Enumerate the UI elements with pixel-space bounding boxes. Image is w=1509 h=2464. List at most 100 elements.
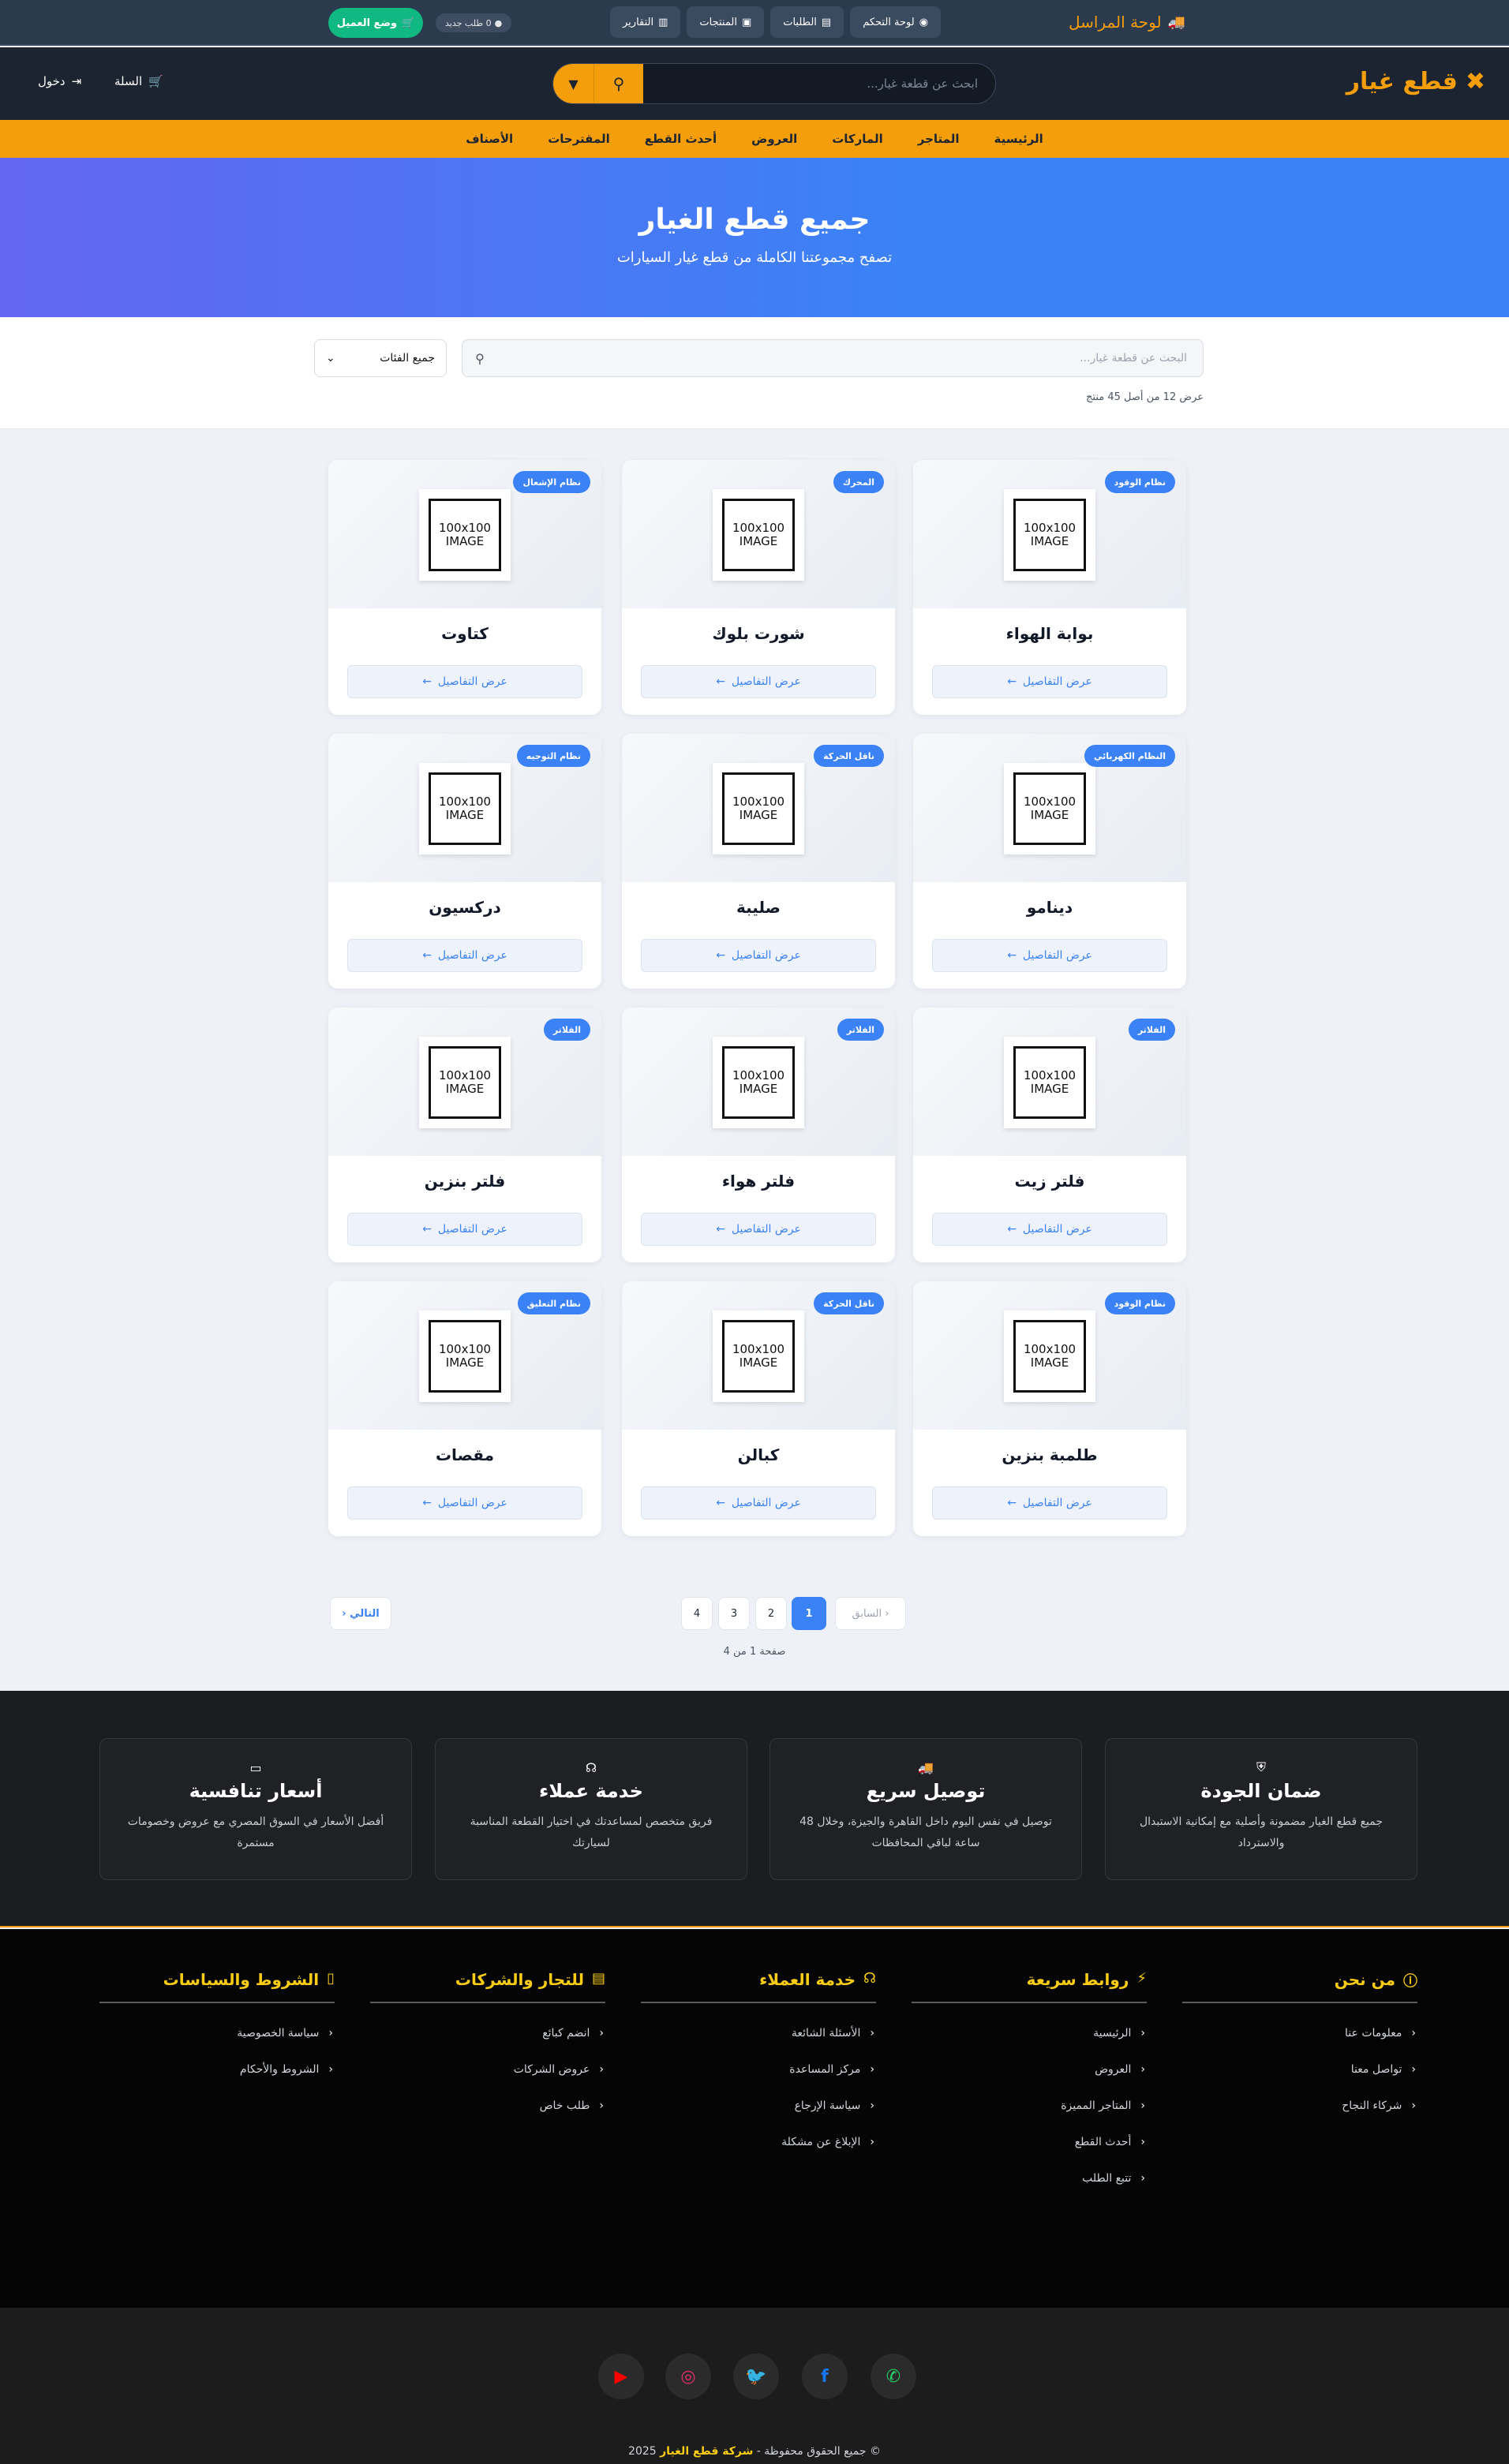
placeholder-size: 100x100	[1023, 794, 1077, 809]
footer-link[interactable]: ‹ معلومات عنا	[1182, 2027, 1417, 2040]
nav-brands[interactable]: الماركات	[814, 120, 901, 158]
pagination-page-1[interactable]: 1	[792, 1597, 826, 1630]
nav-home[interactable]: الرئيسية	[976, 120, 1060, 158]
cart-link[interactable]: 🛒 السلة	[114, 74, 163, 88]
new-orders-badge[interactable]: ● 0 طلب جديد	[436, 13, 512, 32]
instagram-icon[interactable]: ◎	[665, 2354, 711, 2399]
login-link[interactable]: ⇥ دخول	[38, 74, 81, 88]
product-image-area: 100x100 IMAGE نظام الإشعال	[328, 460, 601, 608]
product-name[interactable]: دركسيون	[328, 898, 601, 917]
pagination-next[interactable]: التالي ‹	[330, 1597, 391, 1630]
footer-link[interactable]: ‹ العروض	[912, 2063, 1147, 2076]
product-card[interactable]: 100x100 IMAGE نظام الإشعال كتاوت عرض التفاصي…	[328, 460, 601, 715]
footer-link[interactable]: ‹ انضم كبائع	[370, 2027, 605, 2040]
footer-link[interactable]: ‹ عروض الشركات	[370, 2063, 605, 2076]
tab-dashboard[interactable]: ◉ لوحة التحكم	[850, 6, 942, 38]
product-card[interactable]: 100x100 IMAGE ناقل الحركة صليبة عرض التفاصيل…	[622, 734, 895, 989]
view-details-button[interactable]: عرض التفاصيل ←	[932, 939, 1167, 972]
parts-search-input[interactable]: البحث عن قطعة غيار...	[497, 352, 1203, 365]
footer-link[interactable]: ‹ الشروط والأحكام	[99, 2063, 335, 2076]
view-details-label: عرض التفاصيل	[437, 949, 507, 962]
product-name[interactable]: بوابة الهواء	[913, 624, 1186, 643]
footer-link[interactable]: ‹ سياسة الإرجاع	[641, 2099, 876, 2112]
chevron-left-icon: ‹	[870, 2099, 874, 2112]
view-details-button[interactable]: عرض التفاصيل ←	[932, 1213, 1167, 1246]
footer-link-label: المتاجر المميزة	[1061, 2099, 1132, 2112]
header-search-button[interactable]: ⚲	[594, 64, 643, 103]
product-card[interactable]: 100x100 IMAGE نظام التوجيه دركسيون عرض التفا…	[328, 734, 601, 989]
product-name[interactable]: شورت بلوك	[622, 624, 895, 643]
nav-offers[interactable]: العروض	[734, 120, 814, 158]
pagination-page-3[interactable]: 3	[718, 1597, 750, 1630]
product-card[interactable]: 100x100 IMAGE نظام الوقود طلمبة بنزين عرض ال…	[913, 1281, 1186, 1536]
nav-categories[interactable]: الأصناف	[448, 120, 530, 158]
view-details-button[interactable]: عرض التفاصيل ←	[347, 1213, 582, 1246]
product-image-area: 100x100 IMAGE المحرك	[622, 460, 895, 608]
footer-link[interactable]: ‹ الإبلاغ عن مشكلة	[641, 2136, 876, 2148]
twitter-icon[interactable]: 🐦	[733, 2354, 779, 2399]
nav-suggestions[interactable]: المقترحات	[530, 120, 627, 158]
product-card[interactable]: 100x100 IMAGE نظام التعليق مقصات عرض التفاصي…	[328, 1281, 601, 1536]
product-card[interactable]: 100x100 IMAGE ناقل الحركة كبالن عرض التفاصيل…	[622, 1281, 895, 1536]
nav-stores[interactable]: المتاجر	[901, 120, 977, 158]
product-card[interactable]: 100x100 IMAGE النظام الكهربائي دينامو عرض ال…	[913, 734, 1186, 989]
placeholder-image-box: 100x100 IMAGE	[1013, 772, 1086, 845]
product-name[interactable]: كبالن	[622, 1445, 895, 1464]
product-card[interactable]: 100x100 IMAGE الفلاتر فلتر هواء عرض التفاصيل…	[622, 1008, 895, 1262]
tab-products[interactable]: ▣ المنتجات	[687, 6, 765, 38]
footer-link[interactable]: ‹ سياسة الخصوصية	[99, 2027, 335, 2040]
product-name[interactable]: كتاوت	[328, 624, 601, 643]
product-name[interactable]: صليبة	[622, 898, 895, 917]
header-filter-button[interactable]: ▼	[553, 64, 594, 103]
search-icon[interactable]: ⚲	[462, 351, 497, 366]
view-details-button[interactable]: عرض التفاصيل ←	[641, 1213, 876, 1246]
facebook-icon[interactable]: f	[802, 2354, 848, 2399]
view-details-button[interactable]: عرض التفاصيل ←	[641, 1486, 876, 1520]
pagination-page-2[interactable]: 2	[755, 1597, 787, 1630]
pagination-page-4[interactable]: 4	[681, 1597, 713, 1630]
header-search-input[interactable]: ابحث عن قطعة غيار...	[643, 64, 995, 103]
product-card[interactable]: 100x100 IMAGE المحرك شورت بلوك عرض التفاصيل ←	[622, 460, 895, 715]
placeholder-image-box: 100x100 IMAGE	[429, 499, 501, 571]
product-card[interactable]: 100x100 IMAGE الفلاتر فلتر زيت عرض التفاصيل ←	[913, 1008, 1186, 1262]
pagination-prev[interactable]: ‹ السابق	[835, 1597, 906, 1630]
view-details-button[interactable]: عرض التفاصيل ←	[347, 939, 582, 972]
youtube-icon[interactable]: ▶	[598, 2354, 644, 2399]
view-details-button[interactable]: عرض التفاصيل ←	[641, 665, 876, 698]
customer-mode-button[interactable]: 🛒 وضع العميل	[328, 8, 423, 38]
footer-link[interactable]: ‹ تواصل معنا	[1182, 2063, 1417, 2076]
view-details-button[interactable]: عرض التفاصيل ←	[932, 665, 1167, 698]
product-name[interactable]: فلتر زيت	[913, 1172, 1186, 1191]
view-details-button[interactable]: عرض التفاصيل ←	[347, 1486, 582, 1520]
tab-orders[interactable]: ▤ الطلبات	[770, 6, 844, 38]
parts-search: البحث عن قطعة غيار... ⚲	[462, 339, 1204, 377]
category-select[interactable]: جميع الفئات ⌄	[314, 339, 447, 377]
product-card[interactable]: 100x100 IMAGE نظام الوقود بوابة الهواء عرض ا…	[913, 460, 1186, 715]
footer-link[interactable]: ‹ مركز المساعدة	[641, 2063, 876, 2076]
view-details-button[interactable]: عرض التفاصيل ←	[347, 665, 582, 698]
product-name[interactable]: دينامو	[913, 898, 1186, 917]
footer-link[interactable]: ‹ تتبع الطلب	[912, 2172, 1147, 2185]
product-card[interactable]: 100x100 IMAGE الفلاتر فلتر بنزين عرض التفاصي…	[328, 1008, 601, 1262]
product-name[interactable]: فلتر بنزين	[328, 1172, 601, 1191]
site-logo[interactable]: ✖ قطع غيار	[1346, 68, 1485, 95]
view-details-button[interactable]: عرض التفاصيل ←	[641, 939, 876, 972]
tab-reports[interactable]: ▥ التقارير	[610, 6, 681, 38]
chevron-left-icon: ‹	[870, 2136, 874, 2148]
feature-title: ضمان الجودة	[1200, 1780, 1322, 1802]
footer-link[interactable]: ‹ الرئيسية	[912, 2027, 1147, 2040]
view-details-button[interactable]: عرض التفاصيل ←	[932, 1486, 1167, 1520]
footer-link[interactable]: ‹ طلب خاص	[370, 2099, 605, 2112]
product-name[interactable]: مقصات	[328, 1445, 601, 1464]
product-image-area: 100x100 IMAGE نظام التوجيه	[328, 734, 601, 882]
nav-latest-parts[interactable]: أحدث القطع	[627, 120, 734, 158]
product-name[interactable]: فلتر هواء	[622, 1172, 895, 1191]
footer-link[interactable]: ‹ المتاجر المميزة	[912, 2099, 1147, 2112]
footer-link[interactable]: ‹ أحدث القطع	[912, 2136, 1147, 2148]
admin-brand[interactable]: 🚚 لوحة المراسل	[1069, 13, 1185, 32]
footer-link[interactable]: ‹ الأسئلة الشائعة	[641, 2027, 876, 2040]
whatsapp-icon[interactable]: ✆	[871, 2354, 916, 2399]
footer-link[interactable]: ‹ شركاء النجاح	[1182, 2099, 1417, 2112]
product-name[interactable]: طلمبة بنزين	[913, 1445, 1186, 1464]
placeholder-image-box: 100x100 IMAGE	[722, 772, 795, 845]
